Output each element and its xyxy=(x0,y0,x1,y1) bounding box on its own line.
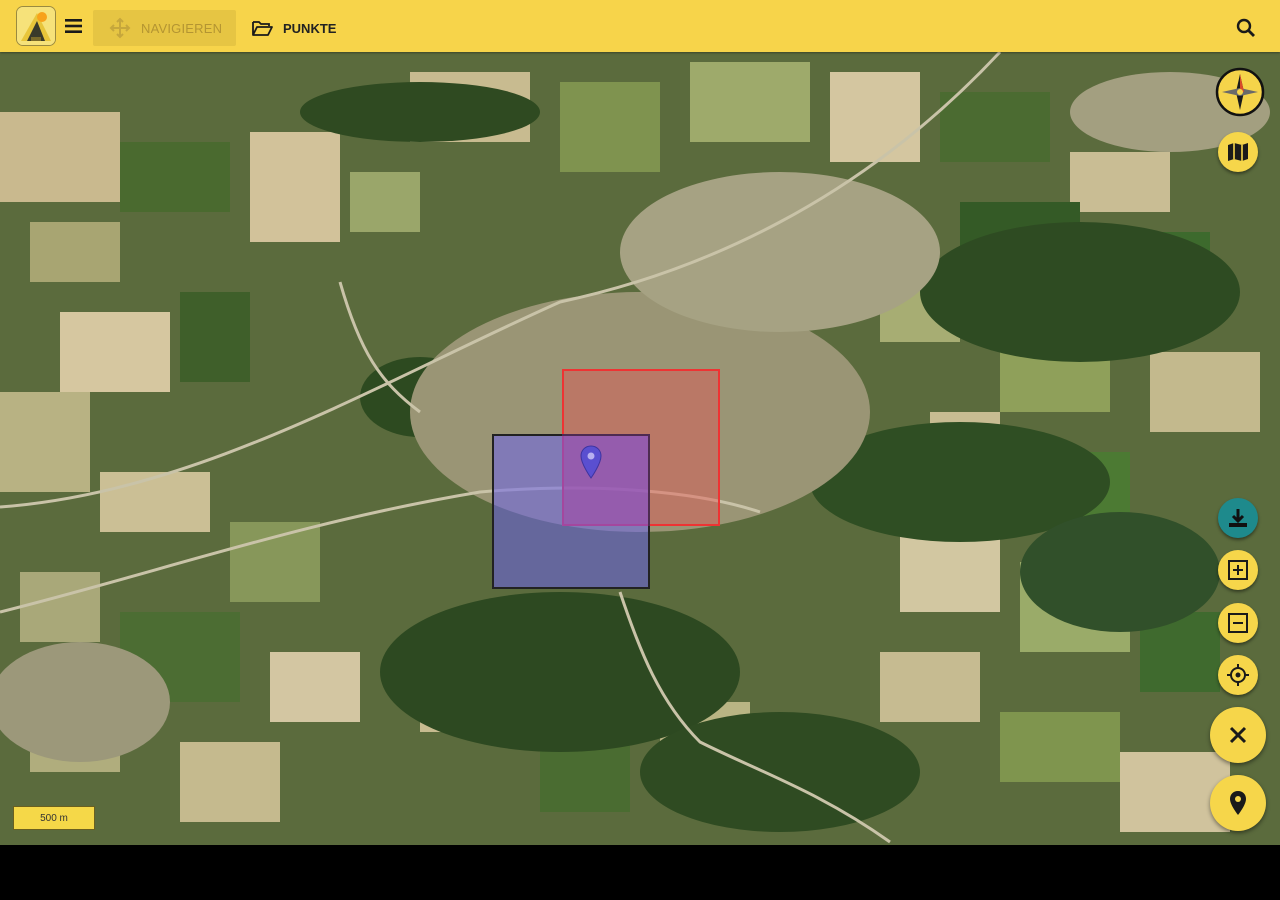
remove-area-icon xyxy=(1228,613,1248,633)
crosshair-icon xyxy=(1227,664,1249,686)
compass-icon xyxy=(1215,67,1265,117)
points-button[interactable]: PUNKTE xyxy=(250,10,336,46)
navigate-label: NAVIGIEREN xyxy=(141,20,223,36)
close-icon xyxy=(1229,726,1247,744)
aerial-map[interactable]: 500 m xyxy=(0,52,1280,845)
menu-button[interactable] xyxy=(62,14,86,38)
location-pin-icon[interactable] xyxy=(580,445,602,479)
location-pin-icon xyxy=(1230,791,1246,815)
add-point-button[interactable] xyxy=(1210,775,1266,831)
hamburger-menu-icon xyxy=(65,19,82,33)
app-logo-icon[interactable] xyxy=(16,6,56,46)
add-area-icon xyxy=(1228,560,1248,580)
locate-button[interactable] xyxy=(1218,655,1258,695)
search-icon xyxy=(1236,18,1255,37)
points-label: PUNKTE xyxy=(283,20,337,36)
move-arrows-icon xyxy=(109,17,131,39)
remove-area-button[interactable] xyxy=(1218,603,1258,643)
search-button[interactable] xyxy=(1234,16,1258,40)
folder-open-icon xyxy=(252,21,273,36)
area-overlap xyxy=(562,434,650,526)
top-toolbar: NAVIGIEREN PUNKTE xyxy=(0,0,1280,52)
close-button[interactable] xyxy=(1210,707,1266,763)
bottom-bar xyxy=(0,845,1280,900)
map-icon xyxy=(1228,143,1248,161)
compass-button[interactable] xyxy=(1215,67,1265,117)
scale-label: 500 m xyxy=(40,812,68,824)
download-button[interactable] xyxy=(1218,498,1258,538)
download-icon xyxy=(1229,509,1247,527)
add-area-button[interactable] xyxy=(1218,550,1258,590)
map-scale-bar: 500 m xyxy=(13,806,95,830)
navigate-button[interactable]: NAVIGIEREN xyxy=(93,10,236,46)
map-layers-button[interactable] xyxy=(1218,132,1258,172)
